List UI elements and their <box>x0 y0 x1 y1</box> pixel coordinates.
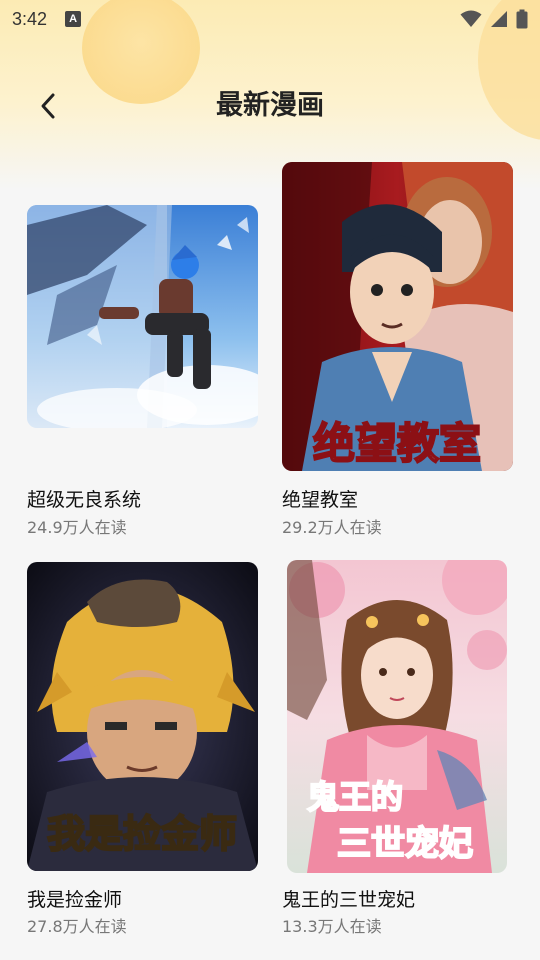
cover-illustration <box>27 205 258 428</box>
signal-icon <box>491 11 507 27</box>
comic-title[interactable]: 我是捡金师 <box>27 885 122 912</box>
cover-title-art: 鬼王的 <box>307 778 403 816</box>
wifi-icon <box>460 10 482 27</box>
comic-readers-count: 13.3万人在读 <box>282 917 382 936</box>
status-time: 3:42 <box>12 8 48 29</box>
comic-cover-3[interactable]: 我是捡金师 <box>27 562 258 871</box>
cover-title-art: 三世宠妃 <box>337 824 473 864</box>
comic-cover-2[interactable]: 绝望教室 <box>282 162 513 471</box>
comic-title[interactable]: 超级无良系统 <box>27 485 141 512</box>
comic-cover-1[interactable] <box>27 205 258 428</box>
battery-icon <box>516 9 528 29</box>
system-icons <box>460 9 528 29</box>
status-bar: 3:42 A <box>0 0 540 38</box>
comic-cover-4[interactable]: 鬼王的 三世宠妃 <box>287 560 507 873</box>
cover-illustration: 鬼王的 三世宠妃 <box>287 560 507 873</box>
comic-title[interactable]: 鬼王的三世宠妃 <box>282 885 415 912</box>
cover-illustration: 绝望教室 <box>282 162 513 471</box>
page-title: 最新漫画 <box>216 90 324 121</box>
comic-readers-count: 27.8万人在读 <box>27 917 127 936</box>
cover-illustration: 我是捡金师 <box>27 562 258 871</box>
notification-icon: A <box>65 11 82 27</box>
cover-title-art: 绝望教室 <box>313 419 481 468</box>
comic-title[interactable]: 绝望教室 <box>282 485 358 512</box>
cover-title-art: 我是捡金师 <box>47 811 237 856</box>
comic-readers-count: 24.9万人在读 <box>27 518 127 537</box>
comic-readers-count: 29.2万人在读 <box>282 518 382 537</box>
